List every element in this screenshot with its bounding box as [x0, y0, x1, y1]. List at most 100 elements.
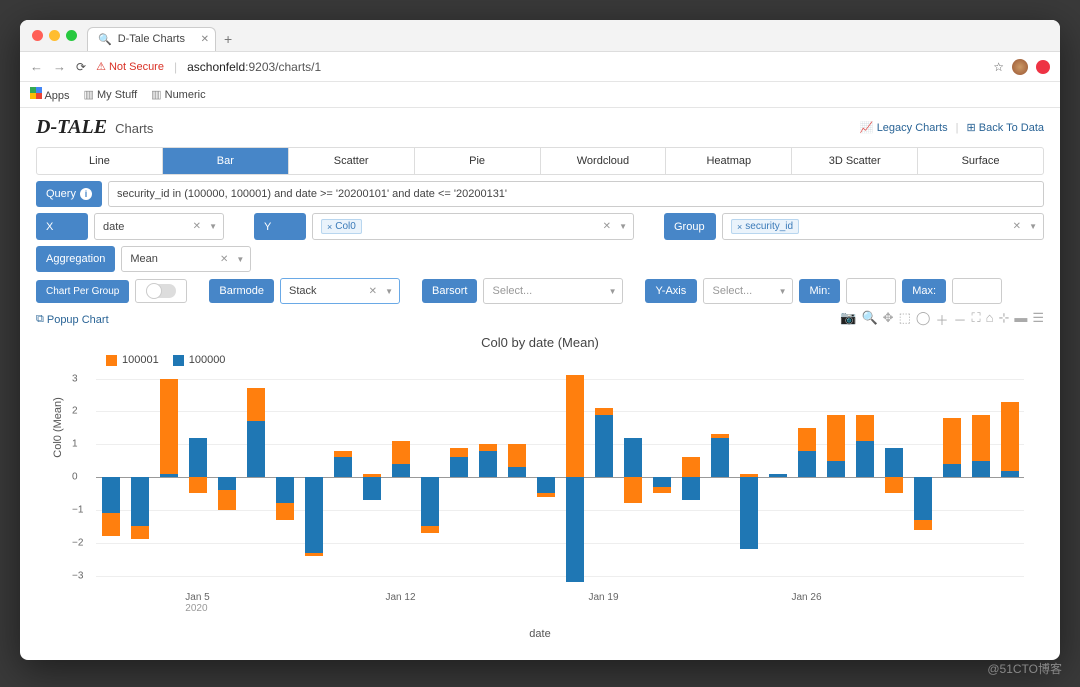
clear-icon[interactable]: ✕: [220, 254, 228, 265]
tab-bar[interactable]: Bar: [163, 148, 289, 174]
chart-per-group-toggle[interactable]: [146, 284, 176, 298]
bookmarks-bar: Apps ▥ My Stuff ▥ Numeric: [20, 82, 1060, 108]
dtale-logo: D-TALE: [36, 116, 107, 139]
aggregation-label: Aggregation: [36, 246, 115, 272]
url-bar: ← → ⟳ ⚠Not Secure | aschonfeld:9203/char…: [20, 52, 1060, 82]
chevron-down-icon: ▼: [1029, 222, 1037, 231]
legend-item-100000[interactable]: 100000: [173, 354, 226, 366]
tab-wordcloud[interactable]: Wordcloud: [541, 148, 667, 174]
autoscale-icon[interactable]: ⛶: [971, 310, 980, 329]
min-label: Min:: [799, 279, 840, 303]
reload-icon[interactable]: ⟳: [76, 60, 86, 74]
forward-icon[interactable]: →: [53, 59, 66, 74]
compare-icon[interactable]: ☰: [1032, 310, 1044, 329]
close-tab-icon[interactable]: ✕: [201, 34, 209, 45]
x-select[interactable]: date✕▼: [94, 213, 224, 240]
minimize-window-icon[interactable]: [49, 30, 60, 41]
profile-avatar-icon[interactable]: [1012, 59, 1028, 75]
page-title: Charts: [115, 121, 153, 136]
tab-scatter[interactable]: Scatter: [289, 148, 415, 174]
chevron-down-icon: ▼: [236, 255, 244, 264]
tab-pie[interactable]: Pie: [415, 148, 541, 174]
back-icon[interactable]: ←: [30, 59, 43, 74]
popup-chart-link[interactable]: ⧉ Popup Chart: [36, 313, 109, 326]
plotly-modebar: 📷 🔍 ✥ ⬚ ◯ ＋ － ⛶ ⌂ ⊹ ▬ ☰: [840, 310, 1044, 329]
tab-surface[interactable]: Surface: [918, 148, 1043, 174]
maximize-window-icon[interactable]: [66, 30, 77, 41]
chevron-down-icon: ▼: [619, 222, 627, 231]
y-axis-label: Col0 (Mean): [52, 397, 64, 458]
url-text[interactable]: aschonfeld:9203/charts/1: [187, 60, 321, 74]
x-axis-ticks: Jan 52020Jan 12Jan 19Jan 26: [96, 592, 1024, 622]
tab-3d-scatter[interactable]: 3D Scatter: [792, 148, 918, 174]
back-to-data-link[interactable]: ⊞ Back To Data: [966, 121, 1044, 134]
group-chip[interactable]: ×security_id: [731, 219, 799, 234]
search-icon: 🔍: [98, 33, 112, 46]
group-label: Group: [664, 213, 716, 240]
chevron-down-icon: ▼: [609, 287, 617, 296]
bookmark-folder-numeric[interactable]: ▥ Numeric: [151, 88, 205, 101]
titlebar: 🔍 D-Tale Charts ✕ +: [20, 20, 1060, 52]
not-secure-badge[interactable]: ⚠Not Secure: [96, 60, 164, 73]
y-label: Y: [254, 213, 306, 240]
clear-icon[interactable]: ✕: [193, 221, 201, 232]
pan-icon[interactable]: ✥: [883, 310, 894, 329]
zoom-icon[interactable]: 🔍: [861, 310, 877, 329]
yaxis-select[interactable]: Select...▼: [703, 278, 793, 304]
yaxis-label: Y-Axis: [645, 279, 697, 303]
watermark: @51CTO博客: [987, 660, 1062, 677]
brand: D-TALE Charts: [36, 116, 153, 139]
chart-area: Col0 by date (Mean) 100001 100000 Col0 (…: [36, 335, 1044, 640]
min-input[interactable]: [846, 278, 896, 304]
page-content: D-TALE Charts 📈 Legacy Charts | ⊞ Back T…: [20, 108, 1060, 660]
barmode-label: Barmode: [209, 279, 274, 303]
extension-icon[interactable]: [1036, 60, 1050, 74]
tab-title: D-Tale Charts: [118, 33, 185, 45]
clear-icon[interactable]: ✕: [1013, 221, 1021, 232]
chart-title: Col0 by date (Mean): [46, 335, 1034, 350]
chart-legend: 100001 100000: [106, 354, 1034, 366]
chevron-down-icon: ▼: [209, 222, 217, 231]
y-chip[interactable]: ×Col0: [321, 219, 362, 234]
zoom-out-icon[interactable]: －: [953, 310, 966, 329]
window-controls: [32, 30, 77, 41]
close-window-icon[interactable]: [32, 30, 43, 41]
new-tab-button[interactable]: +: [224, 31, 232, 47]
y-select[interactable]: ×Col0 ✕ ▼: [312, 213, 634, 240]
chart-type-tabs: LineBarScatterPieWordcloudHeatmap3D Scat…: [36, 147, 1044, 175]
clear-icon[interactable]: ✕: [369, 286, 377, 297]
barsort-select[interactable]: Select...▼: [483, 278, 623, 304]
query-input[interactable]: security_id in (100000, 100001) and date…: [108, 181, 1044, 207]
lasso-icon[interactable]: ◯: [916, 310, 931, 329]
barmode-select[interactable]: Stack✕▼: [280, 278, 400, 304]
legend-item-100001[interactable]: 100001: [106, 354, 159, 366]
apps-button[interactable]: Apps: [30, 87, 70, 102]
box-select-icon[interactable]: ⬚: [899, 310, 911, 329]
x-axis-label: date: [46, 628, 1034, 640]
zoom-in-icon[interactable]: ＋: [935, 310, 948, 329]
browser-window: 🔍 D-Tale Charts ✕ + ← → ⟳ ⚠Not Secure | …: [20, 20, 1060, 660]
clear-icon[interactable]: ✕: [603, 221, 611, 232]
chevron-down-icon: ▼: [779, 287, 787, 296]
legacy-charts-link[interactable]: 📈 Legacy Charts: [860, 121, 948, 134]
camera-icon[interactable]: 📷: [840, 310, 856, 329]
chart-per-group-label: Chart Per Group: [36, 280, 129, 303]
reset-axes-icon[interactable]: ⌂: [986, 310, 994, 329]
chart-plot[interactable]: Col0 (Mean) −3−2−10123: [96, 372, 1024, 592]
bookmark-folder-mystuff[interactable]: ▥ My Stuff: [84, 88, 138, 101]
browser-tab[interactable]: 🔍 D-Tale Charts ✕: [87, 27, 216, 51]
chevron-down-icon: ▼: [385, 287, 393, 296]
barsort-label: Barsort: [422, 279, 477, 303]
aggregation-select[interactable]: Mean✕▼: [121, 246, 251, 272]
group-select[interactable]: ×security_id ✕ ▼: [722, 213, 1044, 240]
max-label: Max:: [902, 279, 946, 303]
tab-line[interactable]: Line: [37, 148, 163, 174]
spike-icon[interactable]: ⊹: [998, 310, 1009, 329]
bookmark-star-icon[interactable]: ☆: [993, 60, 1004, 74]
max-input[interactable]: [952, 278, 1002, 304]
x-label: X: [36, 213, 88, 240]
info-icon[interactable]: i: [80, 188, 92, 200]
tab-heatmap[interactable]: Heatmap: [666, 148, 792, 174]
query-label: Queryi: [36, 181, 102, 207]
hover-icon[interactable]: ▬: [1014, 310, 1027, 329]
